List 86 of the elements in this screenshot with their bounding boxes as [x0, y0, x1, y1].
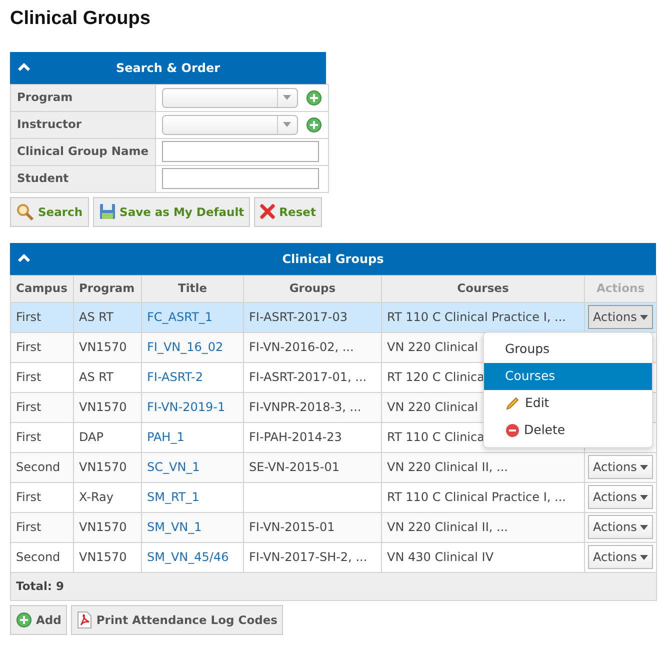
field-label: Student: [10, 165, 156, 192]
caret-icon: [640, 554, 648, 560]
table-cell: First: [16, 340, 42, 354]
collapse-icon[interactable]: [18, 62, 30, 72]
menu-item[interactable]: Courses: [484, 362, 652, 390]
add-icon[interactable]: [306, 116, 322, 133]
table-cell: DAP: [79, 430, 104, 444]
text-field[interactable]: [162, 141, 319, 162]
close-icon: [260, 204, 276, 220]
table-cell: First: [16, 430, 42, 444]
caret-icon: [283, 122, 292, 128]
table-cell: First: [16, 520, 42, 534]
column-header: Actions: [584, 275, 656, 302]
title-link[interactable]: PAH_1: [147, 430, 184, 444]
panel-title: Search & Order: [116, 60, 220, 77]
caret-icon: [640, 314, 648, 320]
save-button[interactable]: Save as My Default: [92, 196, 250, 227]
table-cell: VN 430 Clinical IV: [387, 550, 494, 564]
pdf-icon: [77, 610, 92, 629]
table-cell: First: [16, 310, 42, 324]
reset-button[interactable]: Reset: [254, 196, 322, 227]
table-cell: First: [16, 370, 42, 384]
field-label: Clinical Group Name: [10, 138, 156, 166]
table-cell: First: [16, 400, 42, 414]
table-cell: RT 110 C Clinica: [387, 430, 484, 444]
table-cell: FI-VN-2017-SH-2, ...: [249, 550, 368, 564]
plus-icon: [16, 612, 32, 628]
page-title: Clinical Groups: [10, 8, 152, 31]
table-cell: VN 220 Clinical II, ...: [387, 520, 508, 534]
caret-icon: [283, 95, 292, 100]
table-cell: FI-ASRT-2017-03: [249, 310, 348, 324]
select-field[interactable]: [162, 114, 298, 135]
table-cell: First: [16, 490, 42, 504]
table-cell: VN 220 Clinical II, ...: [387, 460, 508, 474]
column-header: Title: [142, 275, 244, 302]
table-cell: RT 110 C Clinical Practice I, ...: [387, 490, 566, 504]
save-icon: [98, 203, 116, 220]
actions-dropdown[interactable]: Actions: [588, 485, 653, 510]
add-button[interactable]: Add: [10, 604, 68, 635]
table-cell: X-Ray: [79, 490, 114, 504]
table-cell: RT 110 C Clinical Practice I, ...: [387, 310, 566, 324]
table-cell: VN1570: [79, 460, 127, 474]
minus-icon: [505, 422, 520, 438]
table-cell: VN 220 Clinical: [387, 400, 478, 414]
table-cell: FI-VNPR-2018-3, ...: [249, 400, 362, 414]
caret-icon: [640, 524, 648, 530]
table-cell: VN1570: [79, 340, 127, 354]
column-header: Courses: [382, 275, 584, 302]
table-cell: SE-VN-2015-01: [249, 460, 340, 474]
actions-dropdown[interactable]: Actions: [588, 515, 653, 540]
pencil-icon: [505, 395, 521, 412]
table-cell: AS RT: [79, 310, 114, 324]
panel-title: Clinical Groups: [282, 250, 384, 268]
actions-dropdown[interactable]: Actions: [588, 305, 653, 330]
column-header: Campus: [10, 275, 74, 302]
table-cell: FI-VN-2015-01: [249, 520, 335, 534]
table-cell: FI-VN-2016-02, ...: [249, 340, 354, 354]
search-icon: [16, 202, 34, 221]
table-cell: VN1570: [79, 520, 127, 534]
table-cell: Second: [16, 460, 60, 474]
table-cell: FI-PAH-2014-23: [249, 430, 342, 444]
menu-item[interactable]: Groups: [484, 336, 652, 363]
field-label: Program: [10, 84, 156, 112]
actions-dropdown[interactable]: Actions: [588, 545, 653, 570]
column-header: Program: [74, 275, 142, 302]
caret-icon: [640, 494, 648, 500]
table-cell: Second: [16, 550, 60, 564]
collapse-icon[interactable]: [18, 254, 30, 263]
pdf-button[interactable]: Print Attendance Log Codes: [71, 604, 284, 635]
actions-dropdown[interactable]: Actions: [588, 455, 653, 480]
field-label: Instructor: [10, 111, 156, 138]
table-cell: FI-ASRT-2017-01, ...: [249, 370, 367, 384]
table-cell: VN1570: [79, 550, 127, 564]
table-cell: VN 220 Clinical: [387, 340, 478, 354]
select-field[interactable]: [162, 88, 298, 108]
total-count: Total: 9: [16, 578, 64, 593]
add-icon[interactable]: [306, 90, 322, 106]
table-cell: AS RT: [79, 370, 114, 384]
menu-item[interactable]: Delete: [484, 416, 652, 444]
search-button[interactable]: Search: [10, 196, 89, 227]
menu-item[interactable]: Edit: [484, 390, 652, 417]
text-field[interactable]: [162, 168, 319, 190]
caret-icon: [640, 464, 648, 470]
table-cell: VN1570: [79, 400, 127, 414]
column-header: Groups: [244, 275, 382, 302]
table-cell: RT 120 C Clinica: [387, 370, 484, 384]
